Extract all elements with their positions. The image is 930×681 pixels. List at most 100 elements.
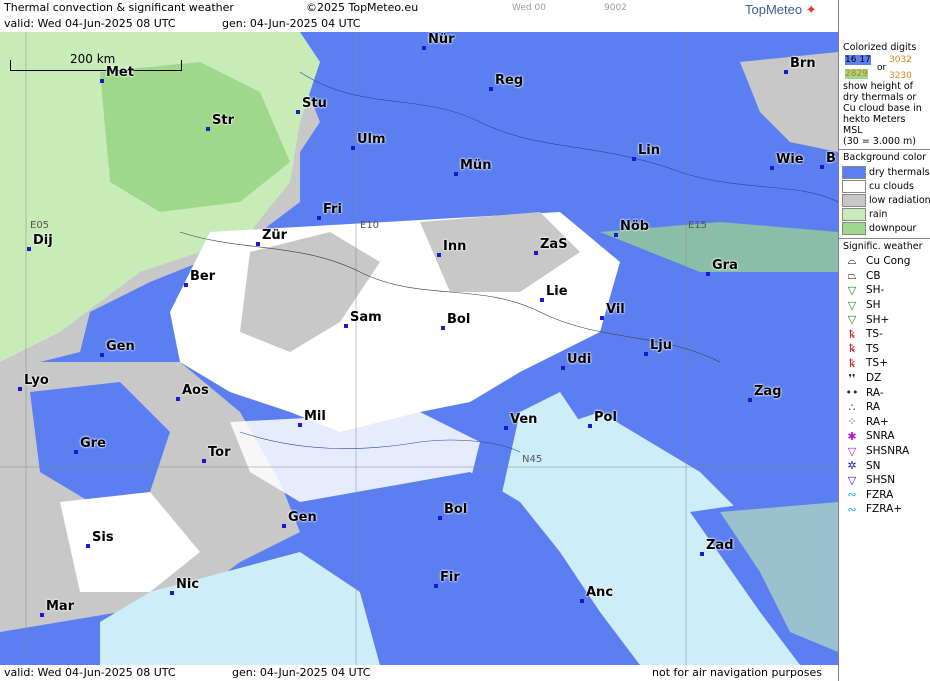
city-label: Mil [304,409,326,424]
legend-weather-label: SH+ [866,313,890,326]
city-dot [540,298,544,302]
city-dot [27,247,31,251]
light-shower-icon: ▽ [847,283,857,297]
city-label: Brn [790,56,816,71]
legend-weather-shsnra: ▽ SHSNRA [839,444,930,459]
city-dot [282,524,286,528]
copyright: ©2025 TopMeteo.eu [306,1,419,14]
legend-weather-label: SN [866,459,881,472]
city-dot [100,353,104,357]
city-label: Nöb [620,219,650,234]
weather-map[interactable]: 200 km E05 E10 E15 N45 Nür Reg Brn Met S… [0,32,838,665]
city-label: Lyo [24,373,49,388]
city-dot [644,352,648,356]
city-dot [632,157,636,161]
legend-weather-sh-: ▽ SH+ [839,312,930,327]
legend-weather-label: SHSN [866,474,896,487]
legend-item-low-radiation: low radiation [839,193,930,207]
cumulonimbus-icon: ⏢ [847,268,857,282]
legend-weather-label: Cu Cong [866,255,911,268]
legend-weather-label: SH- [866,284,885,297]
legend-item-downpour: downpour [839,221,930,235]
city-dot [170,591,174,595]
header-bar: Thermal convection & significant weather… [0,0,838,16]
city-dot [614,233,618,237]
city-label: Sam [350,310,382,325]
city-label: Zag [754,384,782,399]
city-dot [256,242,260,246]
sleet-icon: ✱ [847,429,857,443]
city-label: Fir [440,570,460,585]
faint-label-2: 9002 [604,3,627,13]
legend-weather-ts: ꝅ TS [839,342,930,357]
city-label: Mar [46,599,75,614]
grid-label-e10: E10 [360,220,380,231]
legend-weather-sn: ✲ SN [839,458,930,473]
example-or: or [877,63,887,73]
city-label: Gra [712,258,738,273]
city-dot [580,599,584,603]
city-dot [770,166,774,170]
drizzle-icon: ❜❜ [848,371,856,385]
swatch [842,193,866,207]
legend-weather-label: SNRA [866,430,895,443]
swatch [842,221,866,235]
legend-item-rain: rain [839,207,930,221]
legend-weather-ts-: ꝅ TS- [839,327,930,342]
heavy-thunderstorm-icon: ꝅ [849,356,855,370]
city-label: Gen [106,339,135,354]
legend-weather-fzra-: ∾ FZRA+ [839,502,930,517]
city-label: Lin [638,143,660,158]
legend-label: downpour [869,222,917,234]
logo-text: TopMeteo [745,2,803,17]
city-label: Gen [288,510,317,525]
legend-label: cu clouds [869,180,914,192]
footer-generated-time: gen: 04-Jun-2025 04 UTC [232,666,371,679]
city-label: Wie [776,152,804,167]
scale-label: 200 km [70,52,116,66]
city-dot [784,70,788,74]
city-label: ZaS [540,237,568,252]
legend-weather-label: RA- [866,386,884,399]
grid-label-e15: E15 [688,220,708,231]
legend-weather-ts-: ꝅ TS+ [839,356,930,371]
city-label: Mün [460,158,492,173]
significant-weather-title: Signific. weather [843,241,923,252]
footer-bar: valid: Wed 04-Jun-2025 08 UTC gen: 04-Ju… [0,665,838,681]
city-dot [561,366,565,370]
city-dot [588,424,592,428]
city-dot [351,146,355,150]
disclaimer: not for air navigation purposes [652,666,822,679]
legend-label: low radiation [869,194,930,206]
swatch [842,179,866,193]
topmeteo-logo[interactable]: TopMeteo ✦ [745,2,817,18]
city-label: Sis [92,530,114,545]
swatch [842,165,866,179]
city-dot [74,450,78,454]
legend-item-dry-thermals: dry thermals [839,165,930,179]
legend-weather-label: RA+ [866,415,889,428]
legend-weather-ra-: ⁘ RA+ [839,415,930,430]
city-label: Lju [650,338,672,353]
city-dot [534,251,538,255]
legend-weather-label: CB [866,269,881,282]
heavy-freezing-rain-icon: ∾ [847,502,857,516]
city-dot [748,398,752,402]
example-b: 3032 [889,55,912,65]
compass-star-icon: ✦ [805,2,817,17]
legend-weather-snra: ✱ SNRA [839,429,930,444]
legend-weather-ra-: •• RA- [839,385,930,400]
city-dot [176,397,180,401]
legend-panel: Colorized digits 16 17 3032 or 2829 3230… [838,0,930,681]
legend-weather-label: DZ [866,372,882,385]
city-label: Bol [447,312,471,327]
legend-weather-ra: ∴ RA [839,400,930,415]
city-label: Ulm [357,132,386,147]
light-thunderstorm-icon: ꝅ [849,327,855,341]
legend-weather-label: SHSNRA [866,445,910,458]
city-dot [18,387,22,391]
city-label: Pol [594,410,617,425]
grid-label-e05: E05 [30,220,50,231]
chart-title: Thermal convection & significant weather [4,1,234,14]
city-label: B [826,151,836,166]
